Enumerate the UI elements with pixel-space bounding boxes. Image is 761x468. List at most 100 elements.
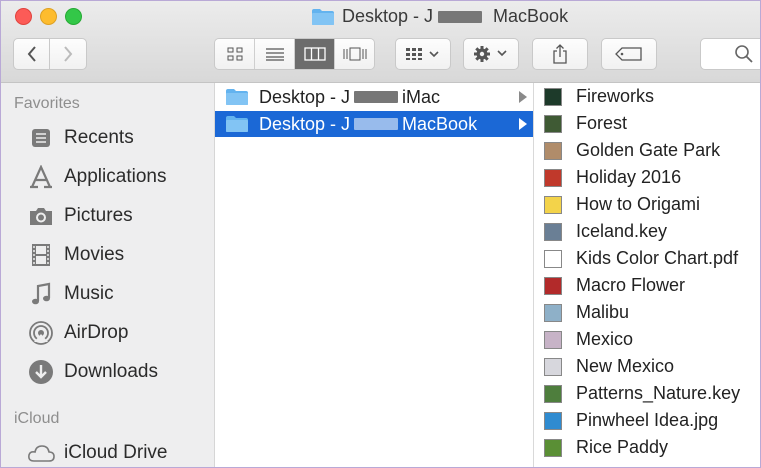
redacted-name [438,10,483,23]
file-thumbnail-icon [544,168,562,187]
action-button[interactable] [463,38,519,70]
file-thumbnail-icon [544,195,562,214]
file-name: How to Origami [576,194,701,214]
applications-icon [26,164,56,190]
close-button[interactable] [15,8,32,25]
file-row[interactable]: Rice Paddy [534,434,668,461]
tags-button[interactable] [601,38,657,70]
file-name: Holiday 2016 [576,167,682,187]
sidebar-item-label: AirDrop [64,322,129,343]
group-grid-icon [406,48,439,60]
icon-view-icon [227,47,242,61]
list-view-button[interactable] [255,39,295,69]
cloud-icon [26,440,56,466]
sidebar-item-icloud-drive[interactable]: iCloud Drive [26,436,168,467]
disclosure-arrow-icon [519,118,527,130]
file-thumbnail-icon [544,114,562,133]
favorites-header: Favorites [14,95,80,112]
column-view-button[interactable] [295,39,335,69]
zoom-button[interactable] [65,8,82,25]
recents-icon [26,125,56,151]
file-row[interactable]: Forest [534,110,627,137]
file-thumbnail-icon [544,303,562,322]
sidebar-item-label: iCloud Drive [64,442,168,463]
sidebar-item-label: Pictures [64,205,133,226]
folder-name-left: Desktop - J [259,86,351,107]
view-mode-segment [214,38,375,70]
file-row[interactable]: Mexico [534,326,633,353]
airdrop-icon [26,320,56,346]
sidebar-item-airdrop[interactable]: AirDrop [26,316,128,350]
camera-icon [26,203,56,229]
file-row[interactable]: New Mexico [534,353,674,380]
sidebar-item-music[interactable]: Music [26,277,114,311]
list-view-icon [265,48,284,61]
back-button[interactable] [13,38,50,70]
folder-icon [226,116,248,132]
film-icon [26,242,56,268]
file-row[interactable]: Holiday 2016 [534,164,681,191]
forward-button[interactable] [49,38,87,70]
cover-flow-button[interactable] [335,39,374,69]
title-text-right: MacBook [493,6,569,26]
file-row[interactable]: Malibu [534,299,629,326]
file-row[interactable]: Fireworks [534,83,654,110]
file-row[interactable]: Pinwheel Idea.jpg [534,407,718,434]
window-controls [15,8,82,25]
folder-icon [226,89,248,105]
sidebar-item-movies[interactable]: Movies [26,238,124,272]
file-name: Iceland.key [576,221,668,241]
file-row[interactable]: Golden Gate Park [534,137,720,164]
sidebar-item-label: Downloads [64,361,158,382]
file-thumbnail-icon [544,276,562,295]
sidebar-item-downloads[interactable]: Downloads [26,355,158,389]
share-button[interactable] [532,38,588,70]
browser-column-2: Fireworks Forest Golden Gate Park Holida… [534,83,760,467]
redacted-name [354,118,399,130]
file-name: Pinwheel Idea.jpg [576,410,719,430]
file-name: Macro Flower [576,275,686,295]
file-thumbnail-icon [544,384,562,403]
share-icon [553,44,567,64]
file-row[interactable]: How to Origami [534,191,700,218]
cover-flow-icon [343,47,366,61]
icloud-header: iCloud [14,410,60,427]
file-row[interactable]: Macro Flower [534,272,685,299]
sidebar-item-pictures[interactable]: Pictures [26,199,133,233]
sidebar: Favorites Recents Applications Pictures … [1,83,215,467]
sidebar-item-applications[interactable]: Applications [26,160,166,194]
folder-row-selected[interactable]: Desktop - J MacBook [215,111,533,137]
tag-icon [615,47,642,61]
file-row[interactable]: Patterns_Nature.key [534,380,740,407]
music-note-icon [26,281,56,307]
file-name: Rice Paddy [576,437,669,457]
title-text-left: Desktop - J [342,6,434,26]
file-thumbnail-icon [544,222,562,241]
file-name: Fireworks [576,86,655,106]
file-row[interactable]: Iceland.key [534,218,667,245]
file-thumbnail-icon [544,357,562,376]
icon-view-button[interactable] [215,39,255,69]
disclosure-arrow-icon [519,91,527,103]
sidebar-item-label: Recents [64,127,134,148]
folder-row[interactable]: Desktop - J iMac [215,84,533,110]
sidebar-item-label: Applications [64,166,167,187]
sidebar-item-recents[interactable]: Recents [26,121,134,155]
file-name: Malibu [576,302,630,322]
folder-name-left: Desktop - J [259,113,351,134]
gear-icon [474,46,507,62]
chevron-right-icon [64,46,73,62]
file-thumbnail-icon [544,141,562,160]
column-view-icon [303,47,326,61]
file-name: Kids Color Chart.pdf [576,248,739,268]
arrange-button[interactable] [395,38,451,70]
minimize-button[interactable] [40,8,57,25]
file-thumbnail-icon [544,411,562,430]
toolbar: Desktop - J MacBook [1,1,760,83]
search-field[interactable] [700,38,760,70]
redacted-name [354,91,399,103]
sidebar-item-label: Music [64,283,114,304]
folder-icon [312,8,334,25]
file-row[interactable]: Kids Color Chart.pdf [534,245,738,272]
file-name: Golden Gate Park [576,140,721,160]
